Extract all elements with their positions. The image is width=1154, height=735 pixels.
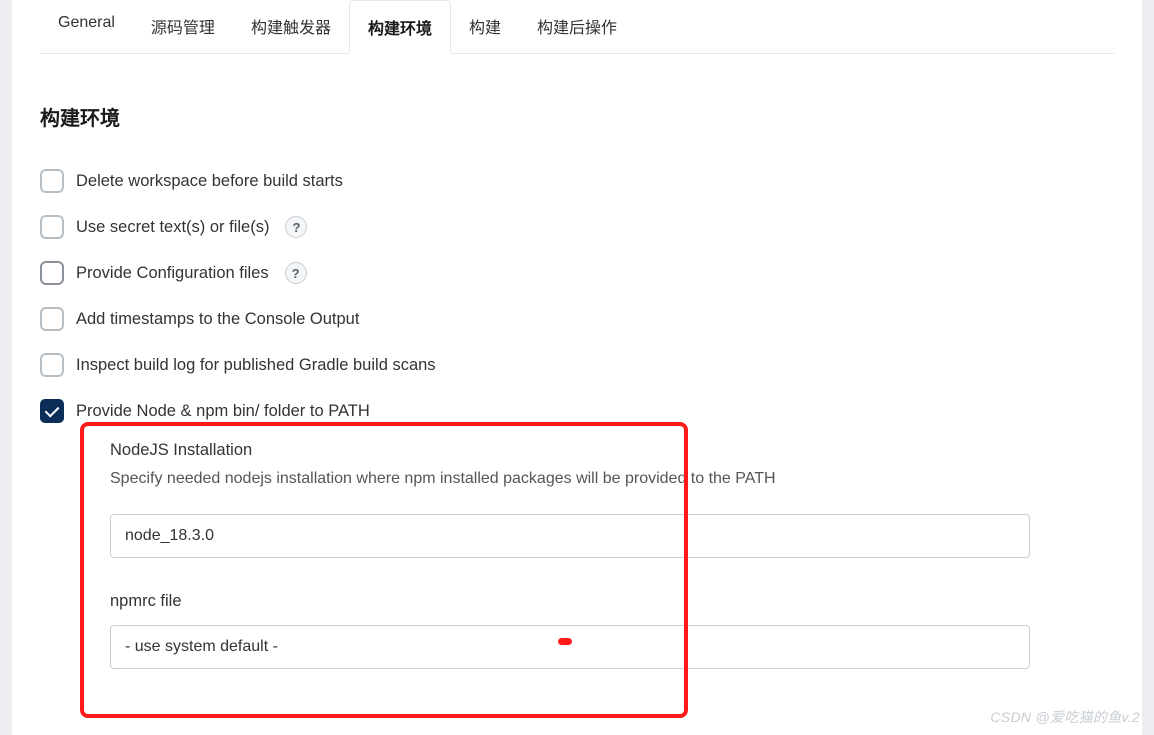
checkbox-delete-workspace[interactable] <box>40 169 64 193</box>
tab-build-env[interactable]: 构建环境 <box>349 0 451 54</box>
tab-post-build[interactable]: 构建后操作 <box>519 0 635 53</box>
tab-build[interactable]: 构建 <box>451 0 519 53</box>
option-gradle-scans: Inspect build log for published Gradle b… <box>40 353 1114 377</box>
option-timestamps: Add timestamps to the Console Output <box>40 307 1114 331</box>
option-use-secret: Use secret text(s) or file(s) ? <box>40 215 1114 239</box>
checkbox-node-path[interactable] <box>40 399 64 423</box>
nodejs-install-label: NodeJS Installation <box>110 441 1114 460</box>
tab-triggers[interactable]: 构建触发器 <box>233 0 349 53</box>
npmrc-label: npmrc file <box>110 592 1114 611</box>
label-gradle-scans: Inspect build log for published Gradle b… <box>76 356 436 375</box>
section-title: 构建环境 <box>40 102 1114 131</box>
option-delete-workspace: Delete workspace before build starts <box>40 169 1114 193</box>
label-node-path: Provide Node & npm bin/ folder to PATH <box>76 402 370 421</box>
tab-scm[interactable]: 源码管理 <box>133 0 233 53</box>
build-env-section: 构建环境 Delete workspace before build start… <box>40 54 1114 669</box>
option-node-path: Provide Node & npm bin/ folder to PATH <box>40 399 1114 423</box>
npmrc-select[interactable]: - use system default - <box>110 625 1030 669</box>
tab-bar: General 源码管理 构建触发器 构建环境 构建 构建后操作 <box>40 0 1114 54</box>
checkbox-use-secret[interactable] <box>40 215 64 239</box>
help-icon[interactable]: ? <box>285 216 307 238</box>
checkbox-config-files[interactable] <box>40 261 64 285</box>
tab-general[interactable]: General <box>40 0 133 53</box>
nodejs-install-desc: Specify needed nodejs installation where… <box>110 470 1114 488</box>
label-config-files: Provide Configuration files <box>76 264 269 283</box>
option-config-files: Provide Configuration files ? <box>40 261 1114 285</box>
checkbox-timestamps[interactable] <box>40 307 64 331</box>
node-path-settings: NodeJS Installation Specify needed nodej… <box>80 437 1114 669</box>
nodejs-install-select[interactable]: node_18.3.0 <box>110 514 1030 558</box>
config-panel: General 源码管理 构建触发器 构建环境 构建 构建后操作 构建环境 De… <box>12 0 1142 735</box>
label-use-secret: Use secret text(s) or file(s) <box>76 218 269 237</box>
label-delete-workspace: Delete workspace before build starts <box>76 172 343 191</box>
help-icon[interactable]: ? <box>285 262 307 284</box>
label-timestamps: Add timestamps to the Console Output <box>76 310 359 329</box>
checkbox-gradle-scans[interactable] <box>40 353 64 377</box>
